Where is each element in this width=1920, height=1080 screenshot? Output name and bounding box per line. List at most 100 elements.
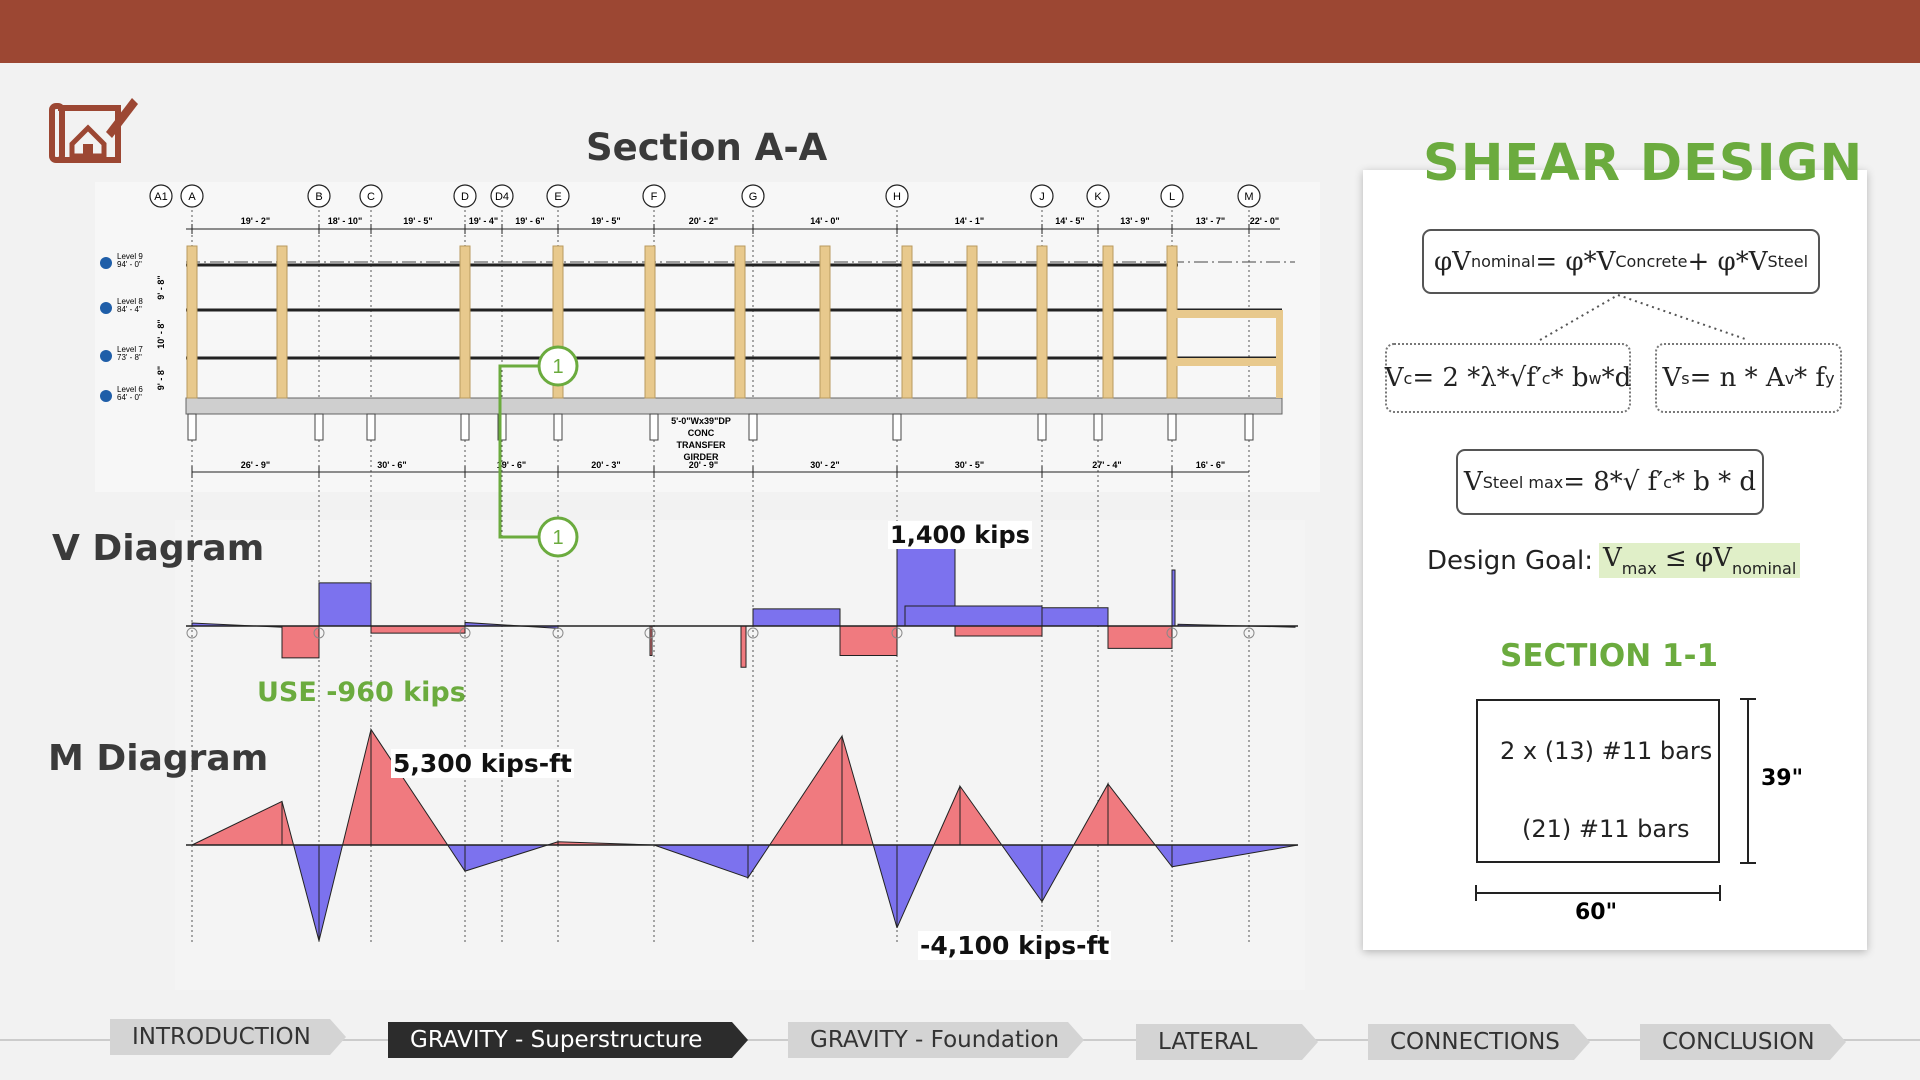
top-dim-text: 19' - 2" bbox=[241, 216, 270, 226]
nav-lateral[interactable]: LATERAL bbox=[1136, 1024, 1318, 1060]
top-dim-text: 13' - 7" bbox=[1196, 216, 1225, 226]
grid-bubble-label: A bbox=[188, 191, 196, 203]
m-max-label: 5,300 kips-ft bbox=[391, 749, 574, 778]
grid-bubble-label: H bbox=[893, 191, 901, 203]
level-elev: 64' - 0" bbox=[117, 393, 142, 402]
story-height: 9' - 8" bbox=[156, 366, 166, 390]
structural-drawing: A1 A B C D D4 E F G H J K L M 19' - 2" 18' - 10" 19' - … bbox=[95, 182, 1320, 990]
steel-max-equation: V Steel max = 8*√ f′ c * b * d bbox=[1456, 449, 1764, 515]
column bbox=[966, 245, 978, 399]
top-dim-text: 19' - 5" bbox=[591, 216, 620, 226]
grid-bubble-label: A1 bbox=[154, 191, 167, 203]
bottom-dim-text: 27' - 4" bbox=[1092, 460, 1121, 470]
grid-bubble-label: B bbox=[315, 191, 322, 203]
pier bbox=[553, 413, 563, 441]
level-elev: 94' - 0" bbox=[117, 260, 142, 269]
pier bbox=[187, 413, 197, 441]
v-segment bbox=[1041, 607, 1109, 627]
v-segment bbox=[1171, 569, 1176, 627]
bay-column bbox=[1276, 310, 1283, 398]
m-diagram-title: M Diagram bbox=[48, 738, 269, 779]
grid-bubble-label: E bbox=[554, 191, 561, 203]
column bbox=[186, 245, 198, 399]
v-diagram-title: V Diagram bbox=[52, 528, 265, 569]
pier bbox=[892, 413, 902, 441]
bottom-dim-text: 20' - 3" bbox=[591, 460, 620, 470]
nav-introduction[interactable]: INTRODUCTION bbox=[110, 1019, 346, 1055]
steel-shear-equation: Vs = n * Av * fy bbox=[1655, 343, 1842, 413]
bay-beam bbox=[1172, 310, 1277, 318]
column bbox=[644, 245, 656, 399]
section-1-1-title: SECTION 1-1 bbox=[1500, 638, 1719, 674]
girder-note-line: 5'-0"Wx39"DP bbox=[671, 416, 731, 426]
v-segment bbox=[649, 625, 653, 656]
nav-gravity-foundation[interactable]: GRAVITY - Foundation bbox=[788, 1022, 1084, 1058]
pier bbox=[1037, 413, 1047, 441]
grid-bubble-label: J bbox=[1039, 191, 1045, 203]
beam-height-dimension: 39" bbox=[1761, 766, 1804, 791]
level-marker-icon bbox=[100, 350, 112, 362]
grid-bubble-label: G bbox=[749, 191, 758, 203]
top-bars-label: 2 x (13) #11 bars bbox=[1500, 737, 1713, 765]
grid-bubble-label: C bbox=[367, 191, 375, 203]
column bbox=[819, 245, 831, 399]
v-segment bbox=[1107, 625, 1173, 649]
top-dim-text: 19' - 4" bbox=[469, 216, 498, 226]
beam-width-dimension: 60" bbox=[1575, 900, 1618, 925]
story-height: 10' - 8" bbox=[156, 319, 166, 348]
girder-note-line: TRANSFER bbox=[677, 440, 726, 450]
bottom-dim-text: 16' - 6" bbox=[1196, 460, 1225, 470]
v-use-label: USE -960 kips bbox=[257, 677, 466, 708]
v-segment bbox=[904, 605, 1043, 627]
top-dim-text: 19' - 5" bbox=[403, 216, 432, 226]
nav-conclusion[interactable]: CONCLUSION bbox=[1640, 1024, 1846, 1060]
pier bbox=[314, 413, 324, 441]
girder-note-line: CONC bbox=[688, 428, 715, 438]
top-dim-text: 14' - 5" bbox=[1055, 216, 1084, 226]
top-dim-text: 14' - 0" bbox=[810, 216, 839, 226]
bottom-dim-text: 30' - 2" bbox=[810, 460, 839, 470]
level-marker-icon bbox=[100, 257, 112, 269]
bottom-dim-text: 30' - 5" bbox=[955, 460, 984, 470]
nominal-shear-equation: φV nominal = φ*V Concrete + φ*V Steel bbox=[1422, 229, 1820, 294]
top-dim-text: 14' - 1" bbox=[955, 216, 984, 226]
pier bbox=[649, 413, 659, 441]
v-segment bbox=[954, 625, 1043, 637]
v-segment bbox=[752, 608, 841, 627]
grid-bubble-label: D4 bbox=[495, 191, 509, 203]
level-elev: 84' - 4" bbox=[117, 305, 142, 314]
grid-bubble-label: D bbox=[461, 191, 469, 203]
section-marker-label: 1 bbox=[552, 527, 563, 549]
level-elev: 73' - 8" bbox=[117, 353, 142, 362]
concrete-shear-equation: Vc = 2 *λ*√f′ c * b w *d bbox=[1385, 343, 1631, 413]
column bbox=[1102, 245, 1114, 399]
v-segment bbox=[281, 625, 320, 659]
bay-beam bbox=[1172, 358, 1277, 366]
column bbox=[1036, 245, 1048, 399]
m-min-label: -4,100 kips-ft bbox=[918, 931, 1112, 960]
grid-bubble-label: M bbox=[1244, 191, 1253, 203]
pier bbox=[1167, 413, 1177, 441]
bottom-dim-text: 30' - 6" bbox=[377, 460, 406, 470]
top-dim-text: 19' - 6" bbox=[515, 216, 544, 226]
design-goal: Design Goal: Vmax ≤ φVnominal bbox=[1427, 543, 1801, 578]
nav-connections[interactable]: CONNECTIONS bbox=[1368, 1024, 1590, 1060]
bottom-dim-text: 20' - 9" bbox=[689, 460, 718, 470]
pier bbox=[748, 413, 758, 441]
column bbox=[459, 245, 471, 399]
v-segment bbox=[370, 625, 466, 634]
level-marker-icon bbox=[100, 390, 112, 402]
column bbox=[734, 245, 746, 399]
top-dim-text: 13' - 9" bbox=[1120, 216, 1149, 226]
foundation-slab bbox=[185, 397, 1283, 415]
pier bbox=[1093, 413, 1103, 441]
grid-bubble-label: F bbox=[651, 191, 658, 203]
v-max-label: 1,400 kips bbox=[888, 521, 1032, 549]
pier bbox=[460, 413, 470, 441]
top-dim-text: 20' - 2" bbox=[689, 216, 718, 226]
v-segment bbox=[318, 582, 372, 627]
top-dim-text: 18' - 10" bbox=[328, 216, 362, 226]
nav-gravity-superstructure[interactable]: GRAVITY - Superstructure bbox=[388, 1022, 748, 1058]
bottom-bars-label: (21) #11 bars bbox=[1522, 815, 1690, 843]
story-height: 9' - 8" bbox=[156, 275, 166, 299]
